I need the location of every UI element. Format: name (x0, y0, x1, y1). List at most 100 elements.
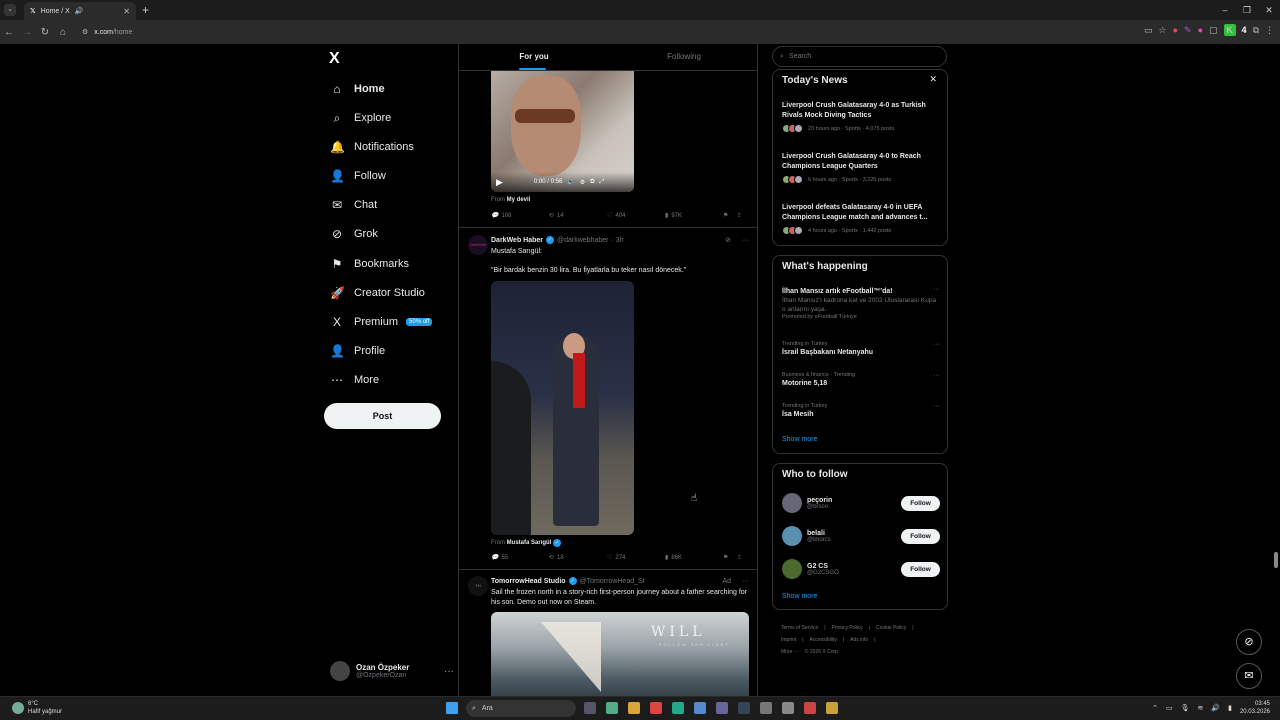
show-more-link[interactable]: Show more (782, 593, 817, 600)
extension-k-icon[interactable]: K (1223, 24, 1236, 36)
footer-link[interactable]: Imprint (781, 637, 796, 643)
share-icon[interactable]: ⇪ (737, 212, 749, 219)
footer-link[interactable]: Accessibility (810, 637, 837, 643)
ad-image[interactable]: WILL FOLLOW THE LIGHT (491, 612, 749, 696)
settings-icon[interactable]: ⚙ (580, 179, 585, 186)
follow-suggestion[interactable]: G2 CS @G2CSGO Follow (782, 558, 940, 580)
footer-link[interactable]: Privacy Policy (832, 625, 863, 631)
follow-suggestion[interactable]: peçorin @brsoo Follow (782, 492, 940, 514)
post-video[interactable] (491, 281, 634, 535)
minimize-icon[interactable]: – (1214, 0, 1236, 20)
reply-button[interactable]: 💬 108 (491, 212, 549, 220)
speaker-icon[interactable]: 🔊 (75, 7, 84, 15)
tray-icon[interactable]: ▭ (1166, 704, 1173, 712)
taskbar-search[interactable]: ⌕ Ara (466, 700, 576, 717)
store-icon[interactable] (694, 702, 706, 714)
reply-button[interactable]: 💬 55 (491, 554, 549, 562)
account-switcher[interactable]: Ozan Özpeker @OzpekerOzan ··· (330, 661, 454, 681)
footer-link[interactable]: Terms of Service (781, 625, 818, 631)
extension-fire-icon[interactable]: ● (1173, 25, 1178, 35)
volume-icon[interactable]: 🔊 (1211, 704, 1220, 712)
repost-button[interactable]: ⟲ 14 (549, 212, 607, 220)
nav-item-explore[interactable]: ⌕ Explore (330, 109, 392, 127)
footer-link[interactable]: © 2026 X Corp. (805, 649, 840, 655)
avatar[interactable]: TH (468, 576, 488, 596)
site-info-icon[interactable]: ⚙ (82, 28, 88, 36)
views-button[interactable]: ▮ 86K (665, 554, 723, 562)
trend-item[interactable]: İlhan Mansız artık eFootball™'da! İlhan M… (782, 286, 940, 320)
app-icon[interactable] (826, 702, 838, 714)
follow-button[interactable]: Follow (901, 495, 940, 511)
chrome-icon[interactable] (650, 702, 662, 714)
mic-icon[interactable]: 🎙 (1181, 704, 1190, 712)
reload-icon[interactable]: ↻ (36, 27, 54, 38)
extension-pink-icon[interactable]: ● (1198, 25, 1203, 35)
news-item[interactable]: Liverpool defeats Galatasaray 4-0 in UEF… (782, 203, 940, 235)
views-button[interactable]: ▮ 97K (665, 212, 723, 220)
search-input[interactable]: ⌕ Search (772, 46, 947, 67)
more-dots-icon[interactable]: ··· (444, 666, 454, 677)
post-video[interactable]: ▶ 0:00 / 0:56 🔈 ⚙ ⧉ ⤢ (491, 71, 634, 192)
news-item[interactable]: Liverpool Crush Galatasaray 4-0 to Reach… (782, 152, 940, 184)
follow-button[interactable]: Follow (901, 561, 940, 577)
nav-item-profile[interactable]: 👤 Profile (330, 342, 385, 360)
maximize-icon[interactable]: ❐ (1236, 0, 1258, 20)
more-icon[interactable]: ··· (742, 578, 749, 585)
fullscreen-icon[interactable]: ⤢ (599, 179, 604, 186)
x-logo-icon[interactable]: X (329, 50, 340, 68)
battery-icon[interactable]: ▮ (1228, 704, 1232, 712)
more-icon[interactable]: ··· (933, 341, 940, 348)
share-icon[interactable]: ⇪ (737, 554, 749, 561)
show-more-link[interactable]: Show more (782, 436, 817, 443)
nav-item-more[interactable]: ⋯ More (330, 371, 379, 389)
follow-suggestion[interactable]: belali @imorcs Follow (782, 525, 940, 547)
tab-for-you[interactable]: For you (459, 44, 609, 70)
close-icon[interactable]: ✕ (929, 74, 937, 85)
trend-item[interactable]: Business & finance · Trending Motorine 5,… (782, 372, 940, 387)
footer-link[interactable]: More ··· (781, 649, 799, 655)
tab-search-button[interactable]: ⌄ (4, 4, 16, 16)
app-icon[interactable] (804, 702, 816, 714)
post-button[interactable]: Post (324, 403, 441, 429)
avatar[interactable] (782, 526, 802, 546)
play-icon[interactable]: ▶ (496, 177, 503, 188)
like-button[interactable]: ♡ 404 (607, 212, 665, 220)
footer-link[interactable]: Ads info (850, 637, 868, 643)
windows-start-icon[interactable] (446, 702, 458, 714)
extension-pen-icon[interactable]: ✎ (1184, 25, 1192, 36)
browser-menu-icon[interactable]: ⋮ (1265, 25, 1274, 36)
forward-icon[interactable]: → (18, 27, 36, 38)
avatar[interactable]: DarkWeb (468, 235, 488, 255)
extension-count[interactable]: 4 (1242, 25, 1247, 35)
home-page-icon[interactable]: ⌂ (54, 27, 72, 38)
explorer-icon[interactable] (628, 702, 640, 714)
chevron-up-icon[interactable]: ⌃ (1152, 704, 1158, 712)
news-item[interactable]: Liverpool Crush Galatasaray 4-0 as Turki… (782, 101, 940, 133)
post-time[interactable]: · 3h (611, 237, 623, 244)
nav-item-premium[interactable]: X Premium 50% off (330, 313, 433, 331)
trend-item[interactable]: Trending in Turkey İsrail Başbakanı Netan… (782, 341, 940, 356)
messages-fab-icon[interactable]: ✉ (1236, 663, 1262, 689)
clock[interactable]: 03:45 20.03.2026 (1240, 700, 1270, 716)
nav-item-home[interactable]: ⌂ Home (330, 80, 384, 98)
weather-widget[interactable]: 6°C Hafif yağmur (12, 700, 62, 716)
author-name[interactable]: TomorrowHead Studio (491, 578, 566, 585)
nav-item-chat[interactable]: ✉ Chat (330, 196, 377, 214)
nav-item-bookmarks[interactable]: ⚑ Bookmarks (330, 255, 409, 273)
browser-tab[interactable]: 𝕏 Home / X 🔊 ✕ (24, 2, 136, 20)
grok-fab-icon[interactable]: ⊘ (1236, 629, 1262, 655)
cast-icon[interactable]: ▭ (1144, 25, 1153, 36)
trend-item[interactable]: Trending in Turkey İsa Mesih ··· (782, 403, 940, 418)
from-name[interactable]: Mustafa Sarıgül (507, 540, 552, 546)
nav-item-creator-studio[interactable]: 🚀 Creator Studio (330, 284, 425, 302)
settings-icon[interactable] (782, 702, 794, 714)
task-view-icon[interactable] (584, 702, 596, 714)
avatar[interactable] (782, 493, 802, 513)
more-icon[interactable]: ··· (933, 372, 940, 379)
author-handle[interactable]: @TomorrowHead_St (580, 578, 645, 585)
wifi-icon[interactable]: ≋ (1198, 704, 1204, 712)
repost-button[interactable]: ⟲ 18 (549, 554, 607, 562)
author-name[interactable]: DarkWeb Haber (491, 237, 543, 244)
nav-item-grok[interactable]: ⊘ Grok (330, 225, 378, 243)
nav-item-notifications[interactable]: 🔔 Notifications (330, 138, 414, 156)
